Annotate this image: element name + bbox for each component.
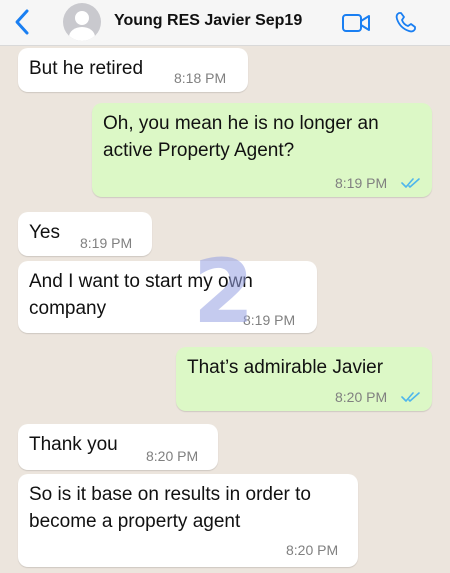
message-text: That’s admirable Javier [187, 357, 384, 378]
message-text: Oh, you mean he is no longer an active P… [103, 113, 379, 161]
message-incoming[interactable]: And I want to start my own company 8:19 … [18, 261, 317, 333]
watermark-number: 2 [193, 240, 255, 343]
chevron-left-icon[interactable] [12, 8, 32, 36]
message-incoming[interactable]: Yes 8:19 PM [18, 212, 152, 256]
message-time: 8:20 PM [335, 389, 388, 405]
message-time: 8:20 PM [286, 542, 339, 558]
message-outgoing[interactable]: That’s admirable Javier 8:20 PM [176, 347, 432, 411]
double-check-read-icon [401, 178, 420, 188]
chat-header: Young RES Javier Sep19 [0, 0, 450, 46]
message-incoming[interactable]: But he retired 8:18 PM [18, 48, 248, 92]
message-text: Thank you [29, 434, 118, 455]
phone-call-icon[interactable] [394, 10, 418, 34]
contact-name[interactable]: Young RES Javier Sep19 [114, 12, 302, 30]
message-time: 8:19 PM [335, 175, 388, 191]
message-incoming[interactable]: Thank you 8:20 PM [18, 424, 218, 470]
message-text: But he retired [29, 58, 144, 79]
avatar[interactable] [63, 3, 101, 41]
video-call-icon[interactable] [341, 12, 371, 34]
message-text: So is it base on results in order to bec… [29, 484, 311, 532]
message-outgoing[interactable]: Oh, you mean he is no longer an active P… [92, 103, 432, 197]
person-icon [69, 11, 95, 41]
message-time: 8:19 PM [80, 235, 133, 251]
double-check-read-icon [401, 392, 420, 402]
message-incoming[interactable]: So is it base on results in order to bec… [18, 474, 358, 567]
message-text: Yes [29, 222, 60, 243]
message-time: 8:20 PM [146, 448, 199, 464]
message-time: 8:18 PM [174, 70, 227, 86]
